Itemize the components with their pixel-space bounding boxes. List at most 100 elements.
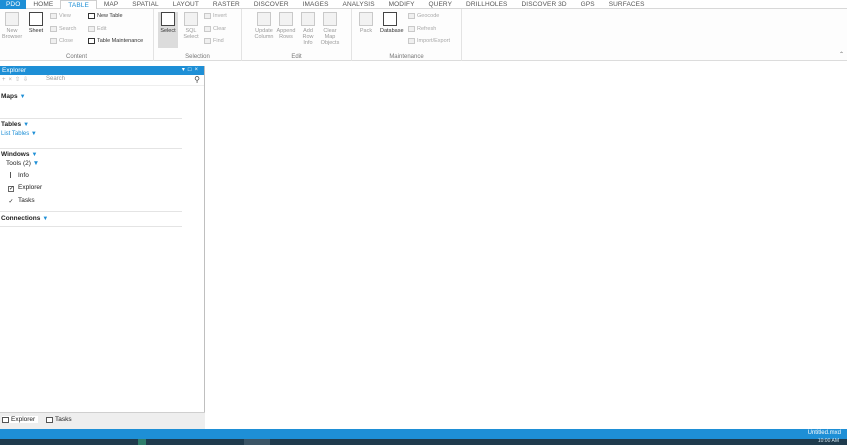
tab-discover3d[interactable]: DISCOVER 3D: [515, 0, 574, 9]
clear-button[interactable]: Clear: [204, 25, 226, 33]
tab-gps[interactable]: GPS: [574, 0, 602, 9]
windows-taskbar: 10:00 AM: [0, 438, 847, 445]
find-button[interactable]: Find: [204, 37, 224, 45]
tab-surfaces[interactable]: SURFACES: [602, 0, 652, 9]
tasks-tab-icon: [46, 417, 53, 423]
info-item[interactable]: Info: [10, 172, 29, 179]
clear-map-objects-button[interactable]: Clear Map Objects: [320, 12, 340, 46]
invert-button[interactable]: Invert: [204, 12, 227, 20]
tools-group[interactable]: Tools (2) ▼: [6, 160, 39, 167]
update-column-icon: [257, 12, 271, 26]
checkbox-info[interactable]: [10, 172, 14, 178]
clear-map-objects-label: Clear Map Objects: [320, 28, 340, 46]
chevron-down-icon: ▼: [23, 122, 30, 128]
select-button[interactable]: Select: [158, 12, 178, 48]
tables-section[interactable]: Tables ▼: [1, 121, 29, 128]
collapse-ribbon-icon[interactable]: ⌃: [839, 51, 844, 58]
import-export-button[interactable]: Import/Export: [408, 37, 450, 45]
connections-section[interactable]: Connections ▼: [1, 215, 48, 222]
tab-map[interactable]: MAP: [97, 0, 125, 9]
close-button[interactable]: Close: [50, 37, 73, 45]
table-maintenance-icon: [88, 38, 95, 44]
tasks-item[interactable]: ✓ Tasks: [8, 197, 34, 206]
panel-pin-close-icons[interactable]: ▾□×: [182, 66, 201, 75]
new-table-label: New Table: [97, 13, 123, 19]
add-row-button[interactable]: Add Row Info: [298, 12, 318, 46]
explorer-title: Explorer: [2, 67, 27, 74]
view-button[interactable]: View: [50, 12, 71, 20]
tab-table[interactable]: TABLE: [60, 0, 97, 9]
geocode-button[interactable]: Geocode: [408, 12, 439, 20]
explorer-item[interactable]: ✓ Explorer: [8, 184, 42, 192]
sql-select-button[interactable]: SQL Select: [181, 12, 201, 40]
refresh-button[interactable]: Refresh: [408, 25, 436, 33]
checkbox-explorer[interactable]: ✓: [8, 186, 14, 192]
sheet-grid-icon: [29, 12, 43, 26]
taskbar-app-button[interactable]: [244, 439, 270, 445]
explorer-search-input[interactable]: Search: [46, 76, 65, 82]
search-icon[interactable]: ⚲: [194, 75, 200, 84]
maps-section[interactable]: Maps ▼: [1, 93, 26, 100]
invert-label: Invert: [213, 13, 227, 19]
bottom-tab-tasks[interactable]: Tasks: [46, 416, 72, 423]
tab-layout[interactable]: LAYOUT: [166, 0, 206, 9]
sheet-button[interactable]: Sheet: [26, 12, 46, 34]
update-column-button[interactable]: Update Column: [254, 12, 274, 40]
panel-bottom-tabs: Explorer Tasks: [0, 412, 205, 429]
tab-images[interactable]: IMAGES: [296, 0, 336, 9]
refresh-icon: [408, 26, 415, 32]
status-bar: Untitled.mxd: [0, 429, 847, 439]
tab-raster[interactable]: RASTER: [206, 0, 247, 9]
tab-modify[interactable]: MODIFY: [382, 0, 422, 9]
close-table-icon: [50, 38, 57, 44]
search-button[interactable]: Search: [50, 25, 76, 33]
list-tables-label: List Tables: [1, 131, 30, 137]
pack-label: Pack: [359, 28, 373, 34]
chevron-down-icon: ▼: [30, 131, 37, 137]
clear-map-objects-icon: [323, 12, 337, 26]
tab-spatial[interactable]: SPATIAL: [125, 0, 165, 9]
add-row-icon: [301, 12, 315, 26]
edit-group-label: Edit: [291, 54, 302, 60]
explorer-panel: Explorer ▾□× +×⇧⇩ Search ⚲ Maps ▼ Tables ▼…: [0, 66, 205, 429]
find-label: Find: [213, 38, 224, 44]
tab-discover[interactable]: DISCOVER: [247, 0, 296, 9]
main-workspace[interactable]: [206, 66, 847, 429]
taskbar-app-icon[interactable]: [138, 439, 146, 445]
ribbon: New Browser Sheet View Search Close New …: [0, 9, 847, 61]
update-column-label: Update Column: [254, 28, 274, 40]
new-browser-button[interactable]: New Browser: [2, 12, 22, 40]
append-rows-icon: [279, 12, 293, 26]
tab-home[interactable]: HOME: [26, 0, 60, 9]
table-maintenance-button[interactable]: Table Maintenance: [88, 37, 143, 45]
tab-query[interactable]: QUERY: [422, 0, 460, 9]
new-table-button[interactable]: New Table: [88, 12, 123, 20]
database-button[interactable]: Database: [380, 12, 404, 34]
divider: [0, 226, 182, 227]
pack-button[interactable]: Pack: [356, 12, 376, 34]
nav-arrows-icon[interactable]: +×⇧⇩: [2, 76, 31, 83]
tab-analysis[interactable]: ANALYSIS: [336, 0, 382, 9]
tab-file[interactable]: PDO: [0, 0, 27, 9]
tab-drillholes[interactable]: DRILLHOLES: [459, 0, 514, 9]
clear-label: Clear: [213, 26, 227, 32]
search-icon: [50, 26, 57, 32]
pack-icon: [359, 12, 373, 26]
list-tables-dropdown[interactable]: List Tables ▼: [1, 131, 37, 137]
maps-label: Maps: [1, 93, 18, 100]
browser-icon: [5, 12, 19, 26]
maintenance-group-label: Maintenance: [389, 54, 424, 60]
divider: [0, 118, 182, 119]
import-export-label: Import/Export: [417, 38, 451, 44]
windows-section[interactable]: Windows ▼: [1, 151, 37, 158]
refresh-label: Refresh: [417, 26, 437, 32]
checkbox-tasks[interactable]: ✓: [8, 199, 14, 206]
edit-button[interactable]: Edit: [88, 25, 106, 33]
edit-label: Edit: [97, 26, 107, 32]
clear-icon: [204, 26, 211, 32]
divider: [0, 148, 182, 149]
sheet-label: Sheet: [28, 28, 44, 34]
bottom-tab-explorer[interactable]: Explorer: [2, 416, 39, 423]
append-rows-button[interactable]: Append Rows: [276, 12, 296, 40]
geocode-label: Geocode: [417, 13, 440, 19]
